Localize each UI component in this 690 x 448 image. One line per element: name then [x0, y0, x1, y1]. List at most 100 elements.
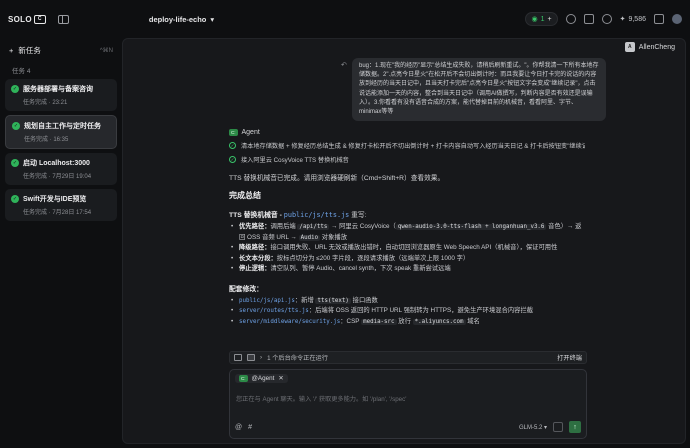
chevron-down-icon: ▾ [210, 14, 215, 24]
files-icon[interactable] [234, 354, 242, 361]
item-label: 停止逻辑： [239, 265, 271, 272]
item-label: 优先路径： [239, 223, 271, 230]
model-name: GLM-5.2 [518, 424, 543, 431]
project-selector[interactable]: deploy-life-echo ▾ [149, 15, 214, 24]
user-name: AllenCheng [638, 43, 675, 51]
sidebar-task-item-active[interactable]: ✓ 规划自主工作与定时任务 任务完成 · 16:35 [5, 115, 117, 149]
check-icon: ✓ [12, 122, 20, 130]
inline-code: media-src [361, 318, 397, 325]
background-status: 1 个后台命令正在运行 [267, 355, 328, 362]
item-text: 按标点切分为 ≤200 字片段，逐段请求播放（远端单次上限 1000 字） [276, 254, 470, 262]
undo-icon[interactable]: ↶ [341, 61, 347, 69]
config-list: public/js/api.js：新增 tts(text) 接口函数 serve… [229, 296, 585, 328]
file-link[interactable]: public/js/api.js [239, 298, 295, 304]
task-status: 任务完成 · 7月29日 19:04 [23, 174, 92, 180]
task-status: 任务完成 · 23:21 [23, 100, 68, 106]
group-count: 4 [26, 68, 31, 75]
open-terminal-button[interactable]: 打开终端 [557, 353, 582, 362]
agent-mention-chip[interactable]: C: @Agent ✕ [235, 374, 288, 383]
background-command-bar: › 1 个后台命令正在运行 打开终端 [229, 351, 587, 364]
config-heading: 配套修改： [229, 285, 263, 293]
task-title: 规划自主工作与定时任务 [24, 123, 101, 130]
chat-panel: A AllenCheng ↶ bug：1.现在"我的经历"显示"总结生成失败，请… [122, 38, 686, 444]
stars-count[interactable]: ✦ 9,586 [620, 15, 646, 24]
sidebar-task-item[interactable]: ✓ Swift开发与IDE预览 任务完成 · 7月28日 17:54 [5, 189, 117, 221]
run-status-pill[interactable]: ◉ 1 + [525, 12, 558, 26]
section-heading: TTS 替换机械音 - public/js/tts.js 重写: [229, 209, 585, 219]
inline-code: /api/tts [297, 224, 330, 230]
item-text: ：新增 [294, 296, 316, 304]
inline-code: Audio [298, 234, 321, 241]
compass-icon[interactable] [601, 14, 612, 24]
file-link[interactable]: public/js/tts.js [284, 211, 349, 219]
list-item: 停止逻辑：清空队列、暂停 Audio、cancel synth，下次 speak… [229, 264, 585, 275]
item-text: 接口调用失败、URL 无效或播放出错时，自动切回浏览器原生 Web Speech… [270, 244, 558, 251]
chevron-right-icon[interactable]: › [260, 354, 262, 361]
section-prefix: TTS 替换机械音 - [229, 212, 282, 219]
check-icon: ✓ [11, 159, 19, 167]
group-label: 任务 [12, 68, 25, 75]
run-count: 1 [540, 15, 545, 23]
item-text: ：CSP [340, 317, 362, 325]
sidebar-task-item[interactable]: ✓ 启动 Localhost:3000 任务完成 · 7月29日 19:04 [5, 153, 117, 185]
check-circle-icon: ✓ [229, 156, 236, 163]
task-status: 任务完成 · 7月28日 17:54 [23, 210, 92, 216]
at-mention-icon[interactable]: @ [235, 424, 242, 431]
agent-label: Agent [241, 129, 260, 136]
mention-label: @Agent [251, 375, 275, 382]
agent-step[interactable]: ✓ 接入阿里云 CosyVoice TTS 替换机械音 [229, 155, 585, 164]
profile-avatar[interactable] [672, 14, 682, 24]
list-item: public/js/api.js：新增 tts(text) 接口函数 [229, 296, 585, 307]
file-link[interactable]: server/routes/tts.js [239, 308, 309, 314]
inline-code: *.aliyuncs.com [412, 318, 466, 325]
list-item: 优先路径：调用后端 /api/tts → 阿里云 CosyVoice（qwen-… [229, 222, 585, 243]
item-text: 域名 [465, 317, 480, 325]
list-item: 降级路径：接口调用失败、URL 无效或播放出错时，自动切回浏览器原生 Web S… [229, 243, 585, 254]
sidebar-task-item[interactable]: ✓ 服务器部署与备案咨询 任务完成 · 23:21 [5, 79, 117, 111]
running-icon: ◉ [531, 16, 538, 23]
agent-response: C: Agent ✓ 清本地存储数据 + 修复经历总结生成 & 修复打卡松开后不… [229, 129, 585, 327]
send-button[interactable]: ↑ [569, 421, 581, 433]
image-upload-icon[interactable] [553, 422, 563, 432]
item-label: 降级路径： [239, 244, 271, 251]
hash-icon[interactable]: # [248, 424, 252, 431]
panel-icon[interactable] [583, 14, 594, 24]
chat-icon[interactable] [565, 14, 576, 24]
file-link[interactable]: server/middleware/security.js [239, 319, 340, 325]
sidebar-toggle-icon[interactable] [57, 14, 69, 24]
agent-step[interactable]: ✓ 清本地存储数据 + 修复经历总结生成 & 修复打卡松开后不切出倒计时 + 打… [229, 141, 585, 150]
item-text: ：后端将 OSS 返回的 HTTP URL 强制转为 HTTPS，避免生产环境混… [308, 307, 534, 314]
tools-icon: ✕ [278, 375, 284, 382]
task-status: 任务完成 · 16:35 [24, 137, 69, 143]
model-selector[interactable]: GLM-5.2 ▾ [519, 424, 547, 431]
user-header: A AllenCheng [624, 42, 675, 52]
item-text: 对象播放 [320, 233, 347, 241]
item-text: 接口函数 [350, 296, 378, 304]
user-message-bubble: bug：1.现在"我的经历"显示"总结生成失败，请稍后刷新重试。"。你帮我清一下… [352, 58, 606, 122]
task-title: 服务器部署与备案咨询 [23, 86, 93, 93]
task-title: Swift开发与IDE预览 [23, 196, 87, 203]
agent-icon: C: [229, 129, 238, 136]
task-group-title: 任务 4 [5, 60, 117, 79]
check-circle-icon: ✓ [229, 142, 236, 149]
check-icon: ✓ [11, 195, 19, 203]
list-item: server/middleware/security.js：CSP media-… [229, 317, 585, 328]
message-composer[interactable]: C: @Agent ✕ 您正在与 Agent 聊天。输入 '/' 获取更多能力。… [229, 369, 587, 439]
summary-list: 优先路径：调用后端 /api/tts → 阿里云 CosyVoice（qwen-… [229, 222, 585, 275]
sidebar: + 新任务 ^⌘N 任务 4 ✓ 服务器部署与备案咨询 任务完成 · 23:21 … [0, 38, 122, 448]
user-avatar: A [624, 42, 635, 52]
new-task-label: 新任务 [18, 46, 41, 55]
item-text: → 阿里云 CosyVoice（ [329, 223, 396, 230]
terminal-icon[interactable] [247, 354, 255, 361]
list-item: 长文本分段：按标点切分为 ≤200 字片段，逐段请求播放（远端单次上限 1000… [229, 254, 585, 265]
plus-icon: + [547, 15, 552, 23]
plus-icon: + [9, 46, 14, 55]
new-task-shortcut: ^⌘N [99, 48, 113, 54]
agent-icon: C: [239, 375, 248, 382]
new-task-button[interactable]: + 新任务 ^⌘N [5, 41, 117, 60]
logo-text: SOLO [8, 14, 32, 24]
composer-placeholder[interactable]: 您正在与 Agent 聊天。输入 '/' 获取更多能力。如 '/plan', '… [236, 394, 406, 403]
step-text: 接入阿里云 CosyVoice TTS 替换机械音 [241, 157, 349, 164]
layout-icon[interactable] [654, 14, 664, 24]
section-suffix: 重写: [351, 212, 367, 219]
